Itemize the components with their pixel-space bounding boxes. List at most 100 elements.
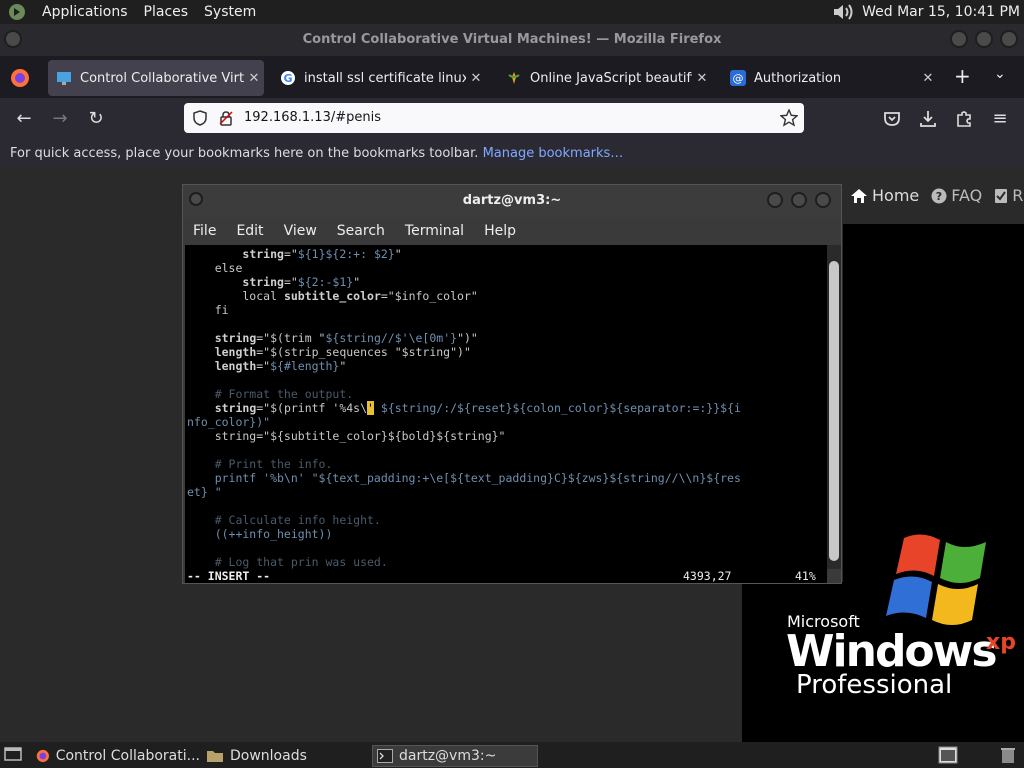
terminal-minimize-button[interactable] xyxy=(767,192,783,208)
tab-control-vm[interactable]: Control Collaborative Virtual Machines! … xyxy=(48,60,264,96)
gnome-foot-icon[interactable] xyxy=(8,3,26,21)
menu-system[interactable]: System xyxy=(204,4,256,20)
nav-faq[interactable]: ? FAQ xyxy=(931,186,982,205)
code-line: string="$(printf '%4s\' ${string/:/${res… xyxy=(187,401,741,415)
url-text[interactable]: 192.168.1.13/#penis xyxy=(244,110,381,125)
code-line: et} " xyxy=(187,485,222,499)
back-icon[interactable]: ← xyxy=(12,108,36,130)
terminal-menu-file[interactable]: File xyxy=(193,223,216,239)
trash-icon[interactable] xyxy=(1000,746,1016,764)
taskbar-item-label: Downloads xyxy=(230,748,307,764)
list-all-tabs-icon[interactable]: ⌄ xyxy=(994,66,1006,82)
terminal-maximize-button[interactable] xyxy=(791,192,807,208)
tab-label: install ssl certificate linux - Google S… xyxy=(304,70,466,86)
tab-js-beautifier[interactable]: Online JavaScript beautifier ✕ xyxy=(498,60,712,96)
reload-icon[interactable]: ↻ xyxy=(84,108,108,130)
tab-bar: Control Collaborative Virtual Machines! … xyxy=(0,56,1024,98)
code-segment: " xyxy=(339,359,347,373)
menu-icon[interactable]: ≡ xyxy=(988,108,1012,130)
code-segment: else xyxy=(187,261,243,275)
terminal-title: dartz@vm3:~ xyxy=(462,193,562,208)
workspace-switcher-icon[interactable] xyxy=(938,746,958,764)
top-panel: Applications Places System Wed Mar 15, 1… xyxy=(0,0,1024,24)
tab-close-icon[interactable]: ✕ xyxy=(918,71,938,86)
clock[interactable]: Wed Mar 15, 10:41 PM xyxy=(862,4,1020,20)
nav-home[interactable]: Home xyxy=(850,186,919,205)
checklist-icon xyxy=(995,188,1008,203)
svg-text:G: G xyxy=(283,72,292,85)
code-segment: =" xyxy=(283,247,298,261)
new-tab-icon[interactable]: + xyxy=(954,64,971,88)
menu-places[interactable]: Places xyxy=(144,4,189,20)
code-segment: string xyxy=(242,247,284,261)
code-segment: length xyxy=(214,345,257,359)
code-line: printf '%b\n' "${text_padding:+\e[${text… xyxy=(187,471,741,485)
folder-icon xyxy=(207,751,223,762)
firefox-view-icon[interactable] xyxy=(10,68,30,88)
terminal-scrollbar[interactable] xyxy=(827,245,841,569)
downloads-icon[interactable] xyxy=(918,109,938,129)
maximize-button[interactable] xyxy=(975,30,993,48)
terminal-menu-search[interactable]: Search xyxy=(337,223,385,239)
home-icon xyxy=(851,188,867,203)
code-line: # Calculate info height. xyxy=(187,513,381,527)
code-segment: ="$(strip_sequences "$string")" xyxy=(256,345,471,359)
code-segment: =" xyxy=(283,275,298,289)
terminal-screen[interactable]: string="${1}${2:+: $2}" else string="${2… xyxy=(185,245,827,583)
menu-applications[interactable]: Applications xyxy=(42,4,128,20)
tab-close-icon[interactable]: ✕ xyxy=(692,71,712,86)
taskbar-item-terminal[interactable]: dartz@vm3:~ xyxy=(372,745,538,767)
terminal-scrollbar-thumb[interactable] xyxy=(829,261,839,561)
taskbar-item-downloads[interactable]: Downloads xyxy=(206,745,366,767)
code-line: # Print the info. xyxy=(187,457,333,471)
close-button[interactable] xyxy=(1000,30,1018,48)
code-segment: ${string//$'\e[0m'} xyxy=(325,331,458,345)
taskbar-item-firefox[interactable]: Control Collaborati... xyxy=(36,745,200,767)
code-segment: " xyxy=(353,275,361,289)
taskbar-item-label: Control Collaborati... xyxy=(55,748,200,764)
tab-close-icon[interactable]: ✕ xyxy=(466,71,486,86)
question-icon: ? xyxy=(931,188,947,203)
extensions-icon[interactable] xyxy=(954,109,974,129)
code-segment: ${1}${2:+: $2} xyxy=(297,247,395,261)
url-bar[interactable]: 192.168.1.13/#penis xyxy=(184,103,804,133)
xp-xp-text: xp xyxy=(986,630,1016,655)
terminal-menu-view[interactable]: View xyxy=(284,223,317,239)
shield-icon[interactable] xyxy=(192,110,208,126)
vim-cursor-pos: 4393,27 xyxy=(683,569,732,583)
bookmarks-toolbar: For quick access, place your bookmarks h… xyxy=(0,140,1024,168)
terminal-menu-terminal[interactable]: Terminal xyxy=(405,223,464,239)
code-segment: string xyxy=(214,331,257,345)
code-line: ((++info_height)) xyxy=(187,527,333,541)
minimize-button[interactable] xyxy=(950,30,968,48)
tab-authorization[interactable]: @ Authorization ✕ xyxy=(722,60,938,96)
tab-google-search[interactable]: G install ssl certificate linux - Google… xyxy=(272,60,486,96)
monitor-icon xyxy=(57,72,71,85)
code-line: length="$(strip_sequences "$string")" xyxy=(187,345,471,359)
code-segment: ${string/:/${reset}${colon_color}${separ… xyxy=(373,401,741,415)
terminal-menu-help[interactable]: Help xyxy=(484,223,516,239)
vim-statusline: -- INSERT -- 4393,27 41% xyxy=(187,569,827,583)
forward-icon[interactable]: → xyxy=(48,108,72,130)
tab-label: Control Collaborative Virtual Machines! xyxy=(80,70,244,86)
manage-bookmarks-link[interactable]: Manage bookmarks… xyxy=(483,146,624,161)
bookmark-star-icon[interactable] xyxy=(780,109,798,127)
terminal-window[interactable]: dartz@vm3:~ File Edit View Search Termin… xyxy=(182,184,842,584)
terminal-menu-edit[interactable]: Edit xyxy=(236,223,263,239)
at-sign-icon: @ xyxy=(730,70,746,86)
terminal-menubar: File Edit View Search Terminal Help xyxy=(183,217,841,245)
tab-close-icon[interactable]: ✕ xyxy=(244,71,264,86)
volume-icon[interactable] xyxy=(832,2,854,22)
nav-rules[interactable]: R xyxy=(994,186,1023,205)
code-line: # Format the output. xyxy=(187,387,353,401)
code-segment: et} " xyxy=(187,485,222,499)
code-segment: =" xyxy=(256,359,271,373)
insecure-lock-icon[interactable] xyxy=(218,110,234,126)
pocket-icon[interactable] xyxy=(882,109,902,129)
terminal-close-button[interactable] xyxy=(815,192,831,208)
terminal-titlebar[interactable]: dartz@vm3:~ xyxy=(183,185,841,217)
show-desktop-icon[interactable] xyxy=(4,747,22,763)
svg-text:@: @ xyxy=(733,72,744,85)
code-segment: # Print the info. xyxy=(187,457,333,471)
